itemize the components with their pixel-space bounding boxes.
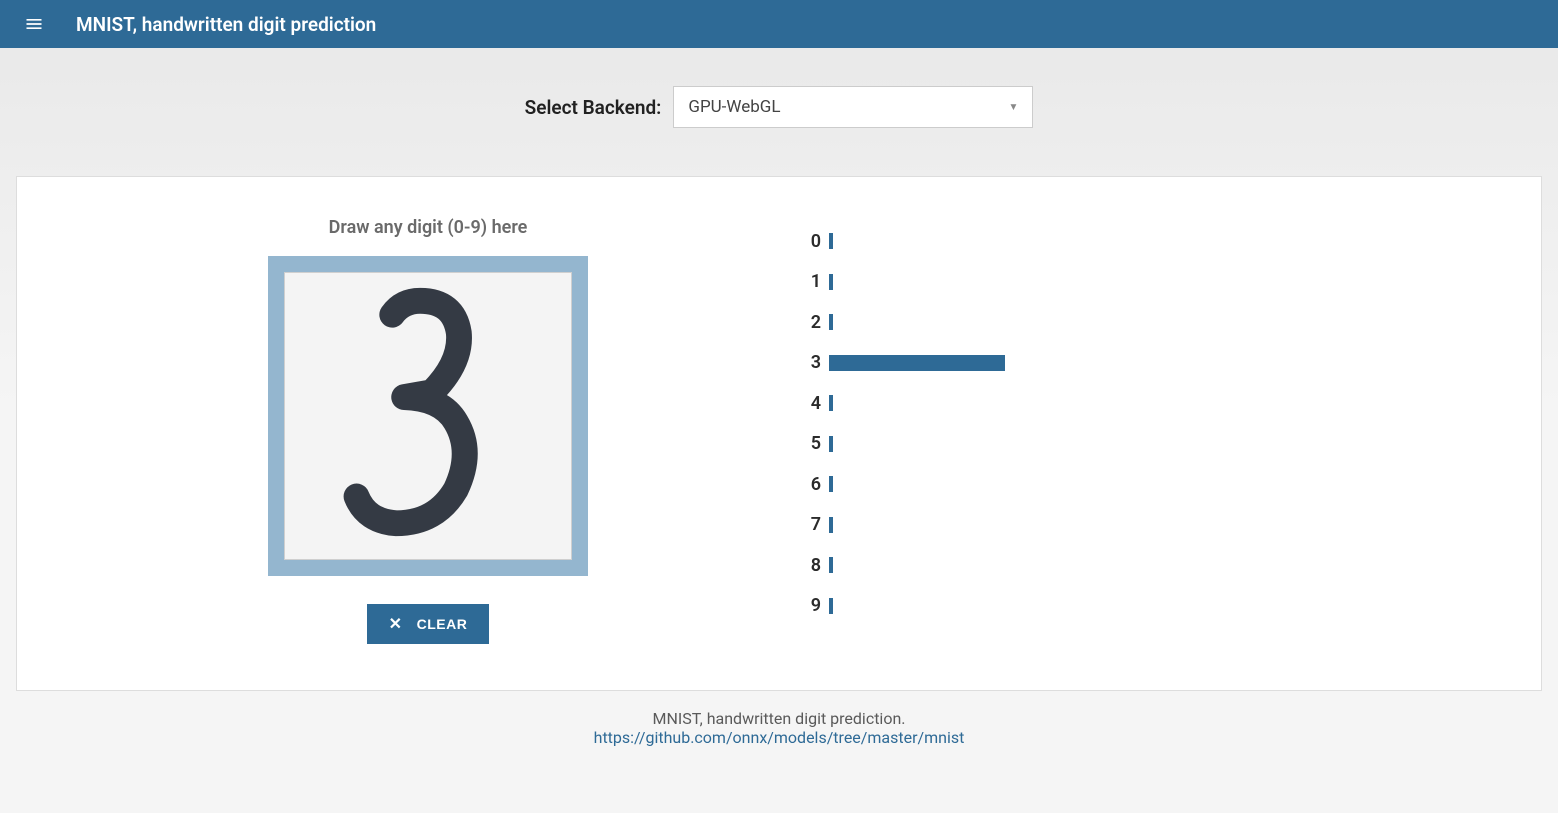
prediction-row-1: 1 <box>793 262 1467 303</box>
app-header: MNIST, handwritten digit prediction <box>0 0 1558 48</box>
prediction-row-5: 5 <box>793 424 1467 465</box>
prediction-row-7: 7 <box>793 505 1467 546</box>
prediction-label: 3 <box>793 352 821 373</box>
prediction-bar <box>829 598 833 614</box>
menu-icon[interactable] <box>16 6 52 42</box>
prediction-bar <box>829 436 833 452</box>
prediction-bar <box>829 314 833 330</box>
prediction-label: 8 <box>793 555 821 576</box>
clear-button[interactable]: ✕ CLEAR <box>367 604 490 644</box>
predictions-panel: 0 1 2 3 4 5 6 7 8 9 <box>793 217 1467 626</box>
prediction-bar <box>829 517 833 533</box>
prediction-bar <box>829 233 833 249</box>
prediction-bar <box>829 476 833 492</box>
draw-panel: Draw any digit (0-9) here ✕ CLEAR <box>91 217 765 644</box>
backend-row: Select Backend: GPU-WebGL ▼ <box>0 48 1558 176</box>
draw-instruction: Draw any digit (0-9) here <box>329 217 528 238</box>
footer-link[interactable]: https://github.com/onnx/models/tree/mast… <box>594 728 965 747</box>
prediction-bar <box>829 395 833 411</box>
prediction-row-8: 8 <box>793 545 1467 586</box>
prediction-label: 7 <box>793 514 821 535</box>
drawn-digit <box>285 273 571 559</box>
prediction-row-4: 4 <box>793 383 1467 424</box>
prediction-label: 6 <box>793 474 821 495</box>
prediction-label: 9 <box>793 595 821 616</box>
prediction-label: 2 <box>793 312 821 333</box>
canvas-wrapper <box>268 256 588 576</box>
prediction-label: 0 <box>793 231 821 252</box>
backend-selected-value: GPU-WebGL <box>688 97 780 117</box>
prediction-label: 4 <box>793 393 821 414</box>
prediction-bar <box>829 274 833 290</box>
main-card: Draw any digit (0-9) here ✕ CLEAR 0 1 2 3 4 5… <box>16 176 1542 691</box>
prediction-bar <box>829 557 833 573</box>
footer: MNIST, handwritten digit prediction. htt… <box>0 691 1558 757</box>
prediction-bar <box>829 355 1005 371</box>
prediction-label: 5 <box>793 433 821 454</box>
prediction-label: 1 <box>793 271 821 292</box>
clear-button-label: CLEAR <box>417 616 468 632</box>
prediction-row-6: 6 <box>793 464 1467 505</box>
page-title: MNIST, handwritten digit prediction <box>76 13 376 36</box>
prediction-row-2: 2 <box>793 302 1467 343</box>
prediction-row-0: 0 <box>793 221 1467 262</box>
close-icon: ✕ <box>389 614 403 634</box>
backend-select[interactable]: GPU-WebGL ▼ <box>673 86 1033 128</box>
drawing-canvas[interactable] <box>284 272 572 560</box>
footer-text: MNIST, handwritten digit prediction. <box>0 709 1558 728</box>
chevron-down-icon: ▼ <box>1008 102 1018 113</box>
prediction-row-9: 9 <box>793 586 1467 627</box>
backend-label: Select Backend: <box>525 96 662 119</box>
prediction-row-3: 3 <box>793 343 1467 384</box>
